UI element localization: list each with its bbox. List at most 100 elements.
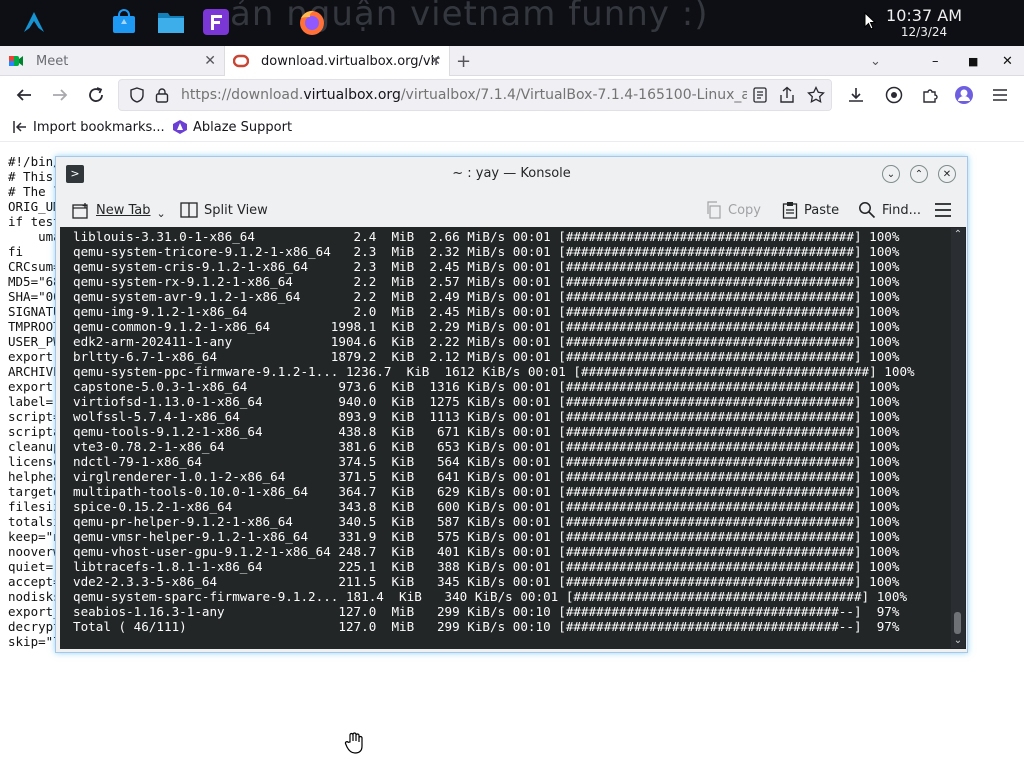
chevron-down-icon[interactable]: ⌄ — [157, 207, 166, 220]
shield-icon[interactable] — [129, 87, 145, 103]
meet-icon — [9, 56, 23, 66]
tab-label: Meet — [36, 53, 69, 69]
terminal-scrollbar[interactable]: ⌃ ⌄ — [951, 228, 965, 648]
back-arrow-icon[interactable] — [12, 83, 36, 107]
arch-logo-icon[interactable] — [20, 8, 48, 36]
split-view-icon — [180, 202, 198, 218]
terminal-line: qemu-system-rx-9.1.2-1-x86_64 2.2 MiB 2.… — [73, 274, 900, 289]
new-tab-button[interactable]: New Tab ⌄ — [72, 201, 166, 220]
terminal-line: virtiofsd-1.13.0-1-x86_64 940.0 KiB 1275… — [73, 394, 900, 409]
bookmark-label: Import bookmarks... — [33, 119, 165, 135]
konsole-window: > ~ : yay — Konsole ⌄ ⌃ ✕ New Tab ⌄ Spli… — [55, 156, 968, 653]
account-icon[interactable] — [882, 83, 906, 107]
url-path: /virtualbox/7.1.4/VirtualBox-7.1.4-16510… — [400, 87, 791, 103]
terminal-line: vte3-0.78.2-1-x86_64 381.6 KiB 653 KiB/s… — [73, 439, 900, 454]
downloads-icon[interactable] — [844, 83, 868, 107]
url-domain: virtualbox.org — [303, 87, 401, 103]
terminal-line: qemu-pr-helper-9.1.2-1-x86_64 340.5 KiB … — [73, 514, 900, 529]
bookmarks-bar: Import bookmarks... Ablaze Support — [0, 114, 1024, 142]
bookmark-label: Ablaze Support — [193, 119, 293, 135]
reload-icon[interactable] — [84, 83, 108, 107]
find-label: Find... — [882, 202, 922, 218]
terminal-view[interactable]: liblouis-3.31.0-1-x86_64 2.4 MiB 2.66 Mi… — [60, 227, 966, 649]
hamburger-menu-icon[interactable] — [988, 83, 1012, 107]
url-bar[interactable]: https://download.virtualbox.org/virtualb… — [118, 79, 832, 111]
terminal-line: virglrenderer-1.0.1-2-x86_64 371.5 KiB 6… — [73, 469, 900, 484]
close-window-button[interactable]: ✕ — [1002, 46, 1016, 76]
url-prefix: https://download. — [181, 87, 304, 103]
forward-arrow-icon[interactable] — [48, 83, 72, 107]
maximize-button[interactable]: ■ — [968, 46, 982, 76]
minimize-chevron-icon[interactable]: ⌄ — [882, 165, 900, 183]
reader-view-icon[interactable] — [753, 87, 767, 103]
terminal-line: wolfssl-5.7.4-1-x86_64 893.9 KiB 1113 Ki… — [73, 409, 900, 424]
konsole-title: ~ : yay — Konsole — [452, 166, 571, 181]
minimize-button[interactable]: – — [932, 46, 946, 76]
konsole-titlebar[interactable]: > ~ : yay — Konsole ⌄ ⌃ ✕ — [56, 157, 967, 191]
find-button[interactable]: Find... — [858, 201, 921, 219]
import-bookmarks-link[interactable]: Import bookmarks... — [12, 119, 165, 135]
split-view-label: Split View — [204, 202, 268, 218]
new-tab-icon — [72, 202, 88, 219]
terminal-line: qemu-vhost-user-gpu-9.1.2-1-x86_64 248.7… — [73, 544, 900, 559]
firefox-icon[interactable] — [298, 8, 326, 36]
scroll-down-icon[interactable]: ⌄ — [952, 635, 964, 647]
close-icon[interactable]: ✕ — [938, 165, 956, 183]
terminal-line: edk2-arm-202411-1-any 1904.6 KiB 2.22 Mi… — [73, 334, 900, 349]
terminal-line: qemu-system-ppc-firmware-9.1.2-1... 1236… — [73, 364, 915, 379]
terminal-line: qemu-system-sparc-firmware-9.1.2... 181.… — [73, 589, 908, 604]
hamburger-menu-icon[interactable] — [934, 202, 952, 218]
search-icon — [859, 202, 876, 219]
profile-avatar-icon[interactable] — [952, 83, 976, 107]
copy-label: Copy — [728, 202, 761, 218]
close-icon[interactable]: ✕ — [204, 53, 216, 69]
terminal-line: vde2-2.3.3-5-x86_64 211.5 KiB 345 KiB/s … — [73, 574, 900, 589]
maximize-chevron-icon[interactable]: ⌃ — [910, 165, 928, 183]
tab-virtualbox[interactable]: download.virtualbox.org/vir ✕ — [224, 46, 450, 76]
terminal-line: qemu-img-9.1.2-1-x86_64 2.0 MiB 2.45 MiB… — [73, 304, 900, 319]
terminal-line: capstone-5.0.3-1-x86_64 973.6 KiB 1316 K… — [73, 379, 900, 394]
tab-list-chevron-icon[interactable]: ⌄ — [870, 46, 884, 76]
new-tab-label: New Tab — [96, 203, 151, 218]
url-text[interactable]: https://download.virtualbox.org/virtualb… — [181, 87, 790, 103]
ferdium-icon[interactable] — [202, 8, 230, 36]
konsole-toolbar: New Tab ⌄ Split View Copy Paste Find... — [56, 191, 967, 229]
scrollbar-thumb[interactable] — [954, 612, 961, 634]
clock[interactable]: 10:37 AM 12/3/24 — [886, 6, 962, 40]
bookmark-star-icon[interactable] — [807, 86, 825, 104]
terminal-line: multipath-tools-0.10.0-1-x86_64 364.7 Ki… — [73, 484, 900, 499]
navigation-bar: https://download.virtualbox.org/virtualb… — [0, 76, 1024, 114]
terminal-output: liblouis-3.31.0-1-x86_64 2.4 MiB 2.66 Mi… — [73, 229, 915, 634]
lock-icon[interactable] — [155, 87, 169, 103]
tab-meet[interactable]: Meet ✕ — [0, 46, 224, 76]
close-icon[interactable]: ✕ — [429, 53, 441, 69]
split-view-button[interactable]: Split View — [180, 201, 268, 219]
clock-time: 10:37 AM — [886, 6, 962, 25]
oracle-icon — [233, 54, 249, 68]
ablaze-support-link[interactable]: Ablaze Support — [172, 119, 292, 135]
store-bag-icon[interactable] — [110, 8, 138, 36]
terminal-line: qemu-system-tricore-9.1.2-1-x86_64 2.3 M… — [73, 244, 900, 259]
copy-icon — [707, 201, 721, 219]
paste-button[interactable]: Paste — [782, 201, 839, 219]
terminal-line: qemu-system-cris-9.1.2-1-x86_64 2.3 MiB … — [73, 259, 900, 274]
clock-date: 12/3/24 — [900, 25, 948, 39]
terminal-line: Total ( 46/111) 127.0 MiB 299 KiB/s 00:1… — [73, 619, 900, 634]
copy-button[interactable]: Copy — [706, 201, 761, 219]
terminal-line: brltty-6.7-1-x86_64 1879.2 KiB 2.12 MiB/… — [73, 349, 900, 364]
hand-cursor-icon — [344, 732, 363, 754]
terminal-line: liblouis-3.31.0-1-x86_64 2.4 MiB 2.66 Mi… — [73, 229, 900, 244]
mouse-pointer-icon — [864, 12, 876, 30]
new-tab-button[interactable]: + — [456, 46, 476, 76]
extensions-icon[interactable] — [918, 83, 942, 107]
terminal-line: qemu-tools-9.1.2-1-x86_64 438.8 KiB 671 … — [73, 424, 900, 439]
folder-icon[interactable] — [157, 8, 185, 36]
terminal-line: qemu-vmsr-helper-9.1.2-1-x86_64 331.9 Ki… — [73, 529, 900, 544]
paste-icon — [782, 202, 798, 219]
paste-label: Paste — [804, 202, 840, 218]
share-icon[interactable] — [779, 86, 795, 104]
terminal-line: qemu-common-9.1.2-1-x86_64 1998.1 KiB 2.… — [73, 319, 900, 334]
scroll-up-icon[interactable]: ⌃ — [952, 229, 964, 241]
terminal-line: qemu-system-avr-9.1.2-1-x86_64 2.2 MiB 2… — [73, 289, 900, 304]
tab-label: download.virtualbox.org/vir — [261, 53, 440, 69]
